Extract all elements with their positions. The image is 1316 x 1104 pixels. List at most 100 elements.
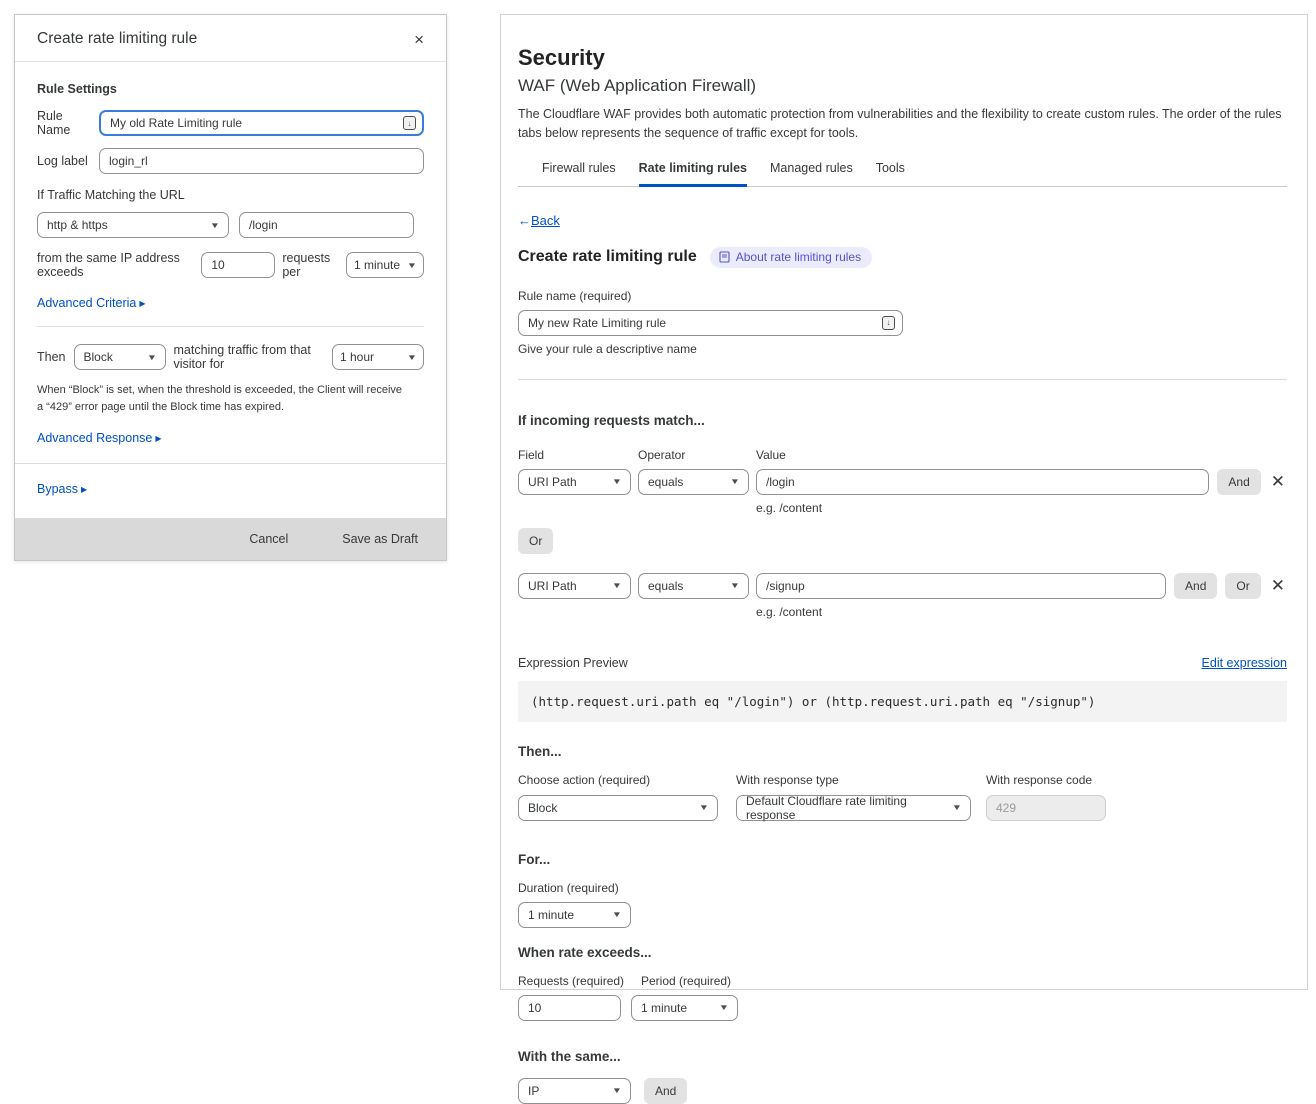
then-label: Then (37, 350, 66, 364)
threshold-prefix: from the same IP address exceeds (37, 251, 194, 279)
waf-tabs: Firewall rules Rate limiting rules Manag… (518, 161, 1287, 187)
page-description: The Cloudflare WAF provides both automat… (518, 105, 1288, 144)
tab-rate-limiting-rules[interactable]: Rate limiting rules (639, 161, 747, 186)
rule-row: URI Path ▼ equals ▼ And ✕ (518, 469, 1287, 495)
advanced-response-link[interactable]: Advanced Response▶ (37, 431, 162, 445)
rule-settings-heading: Rule Settings (37, 82, 424, 96)
modal-footer: Cancel Save as Draft (15, 518, 446, 560)
rule-name-input[interactable] (99, 110, 424, 136)
add-characteristic-and-button[interactable]: And (644, 1078, 687, 1104)
block-note: When “Block” is set, when the threshold … (37, 382, 409, 415)
chevron-down-icon: ▼ (719, 1003, 729, 1012)
then-heading: Then... (518, 744, 1287, 759)
autofill-icon[interactable]: ↓ (403, 116, 416, 130)
duration-label: Duration (required) (518, 881, 1287, 895)
field-select[interactable]: URI Path ▼ (518, 573, 631, 599)
rate-heading: When rate exceeds... (518, 945, 1287, 960)
autofill-icon[interactable]: ↓ (882, 316, 895, 330)
action-select[interactable]: Block ▼ (74, 344, 166, 370)
chevron-down-icon: ▼ (952, 803, 962, 812)
chevron-down-icon: ▼ (730, 581, 740, 590)
bypass-link[interactable]: Bypass▶ (37, 482, 87, 496)
divider (37, 326, 424, 327)
value-column-label: Value (756, 448, 786, 462)
then-mid-label: matching traffic from that visitor for (174, 343, 325, 371)
security-waf-panel: Security WAF (Web Application Firewall) … (500, 14, 1308, 990)
operator-select[interactable]: equals ▼ (638, 469, 749, 495)
scheme-select[interactable]: http & https ▼ (37, 212, 229, 238)
advanced-criteria-link[interactable]: Advanced Criteria▶ (37, 296, 146, 310)
field-select[interactable]: URI Path ▼ (518, 469, 631, 495)
modal-title: Create rate limiting rule (37, 30, 197, 48)
chevron-down-icon: ▼ (146, 353, 156, 362)
divider (518, 379, 1287, 380)
operator-select[interactable]: equals ▼ (638, 573, 749, 599)
form-title: Create rate limiting rule (518, 248, 697, 266)
chevron-down-icon: ▼ (612, 1086, 622, 1095)
block-duration-select[interactable]: 1 hour ▼ (332, 344, 424, 370)
value-hint: e.g. /content (756, 605, 1287, 619)
action-select[interactable]: Block ▼ (518, 795, 718, 821)
chevron-down-icon: ▼ (407, 353, 417, 362)
url-input[interactable] (239, 212, 414, 238)
and-button[interactable]: And (1174, 573, 1217, 599)
value-input[interactable] (756, 573, 1166, 599)
characteristic-select[interactable]: IP ▼ (518, 1078, 631, 1104)
response-type-label: With response type (736, 773, 986, 787)
choose-action-label: Choose action (required) (518, 773, 736, 787)
tab-managed-rules[interactable]: Managed rules (770, 161, 853, 186)
duration-select[interactable]: 1 minute ▼ (518, 902, 631, 928)
cancel-button[interactable]: Cancel (243, 531, 294, 547)
for-heading: For... (518, 852, 1287, 867)
page-title: Security (518, 45, 1287, 71)
or-button[interactable]: Or (1225, 573, 1260, 599)
requests-label: Requests (required) (518, 974, 631, 988)
response-code-input (986, 795, 1106, 821)
doc-icon (719, 251, 730, 263)
requests-input[interactable] (518, 995, 621, 1021)
chevron-down-icon: ▼ (699, 803, 709, 812)
same-heading: With the same... (518, 1049, 1287, 1064)
response-code-label: With response code (986, 773, 1166, 787)
rule-name-input[interactable] (518, 310, 903, 336)
caret-right-icon: ▶ (81, 485, 87, 494)
value-hint: e.g. /content (756, 501, 1287, 515)
response-type-select[interactable]: Default Cloudflare rate limiting respons… (736, 795, 971, 821)
chevron-down-icon: ▼ (407, 261, 417, 270)
back-link[interactable]: ←Back (518, 213, 560, 228)
remove-row-icon[interactable]: ✕ (1269, 577, 1287, 594)
tab-firewall-rules[interactable]: Firewall rules (542, 161, 616, 186)
rule-name-label: Rule Name (37, 109, 99, 137)
close-icon[interactable]: × (412, 31, 426, 48)
threshold-input[interactable] (201, 252, 275, 278)
period-select[interactable]: 1 minute ▼ (346, 252, 424, 278)
log-label-label: Log label (37, 154, 99, 168)
period-select[interactable]: 1 minute ▼ (631, 995, 738, 1021)
chevron-down-icon: ▼ (210, 221, 220, 230)
rule-row: URI Path ▼ equals ▼ And Or ✕ (518, 573, 1287, 599)
chevron-down-icon: ▼ (612, 581, 622, 590)
modal-header: Create rate limiting rule × (15, 15, 446, 62)
rule-name-label: Rule name (required) (518, 289, 1287, 303)
caret-right-icon: ▶ (155, 434, 161, 443)
expression-code: (http.request.uri.path eq "/login") or (… (518, 681, 1287, 722)
rule-name-help: Give your rule a descriptive name (518, 342, 1287, 356)
save-as-draft-button[interactable]: Save as Draft (336, 531, 424, 547)
expression-preview-label: Expression Preview (518, 656, 628, 670)
tab-tools[interactable]: Tools (876, 161, 905, 186)
edit-expression-link[interactable]: Edit expression (1202, 656, 1287, 670)
or-connector-button[interactable]: Or (518, 528, 553, 554)
page-subtitle: WAF (Web Application Firewall) (518, 76, 1287, 96)
match-heading: If incoming requests match... (518, 413, 1287, 428)
and-button[interactable]: And (1217, 469, 1260, 495)
log-label-input[interactable] (99, 148, 424, 174)
value-input[interactable] (756, 469, 1209, 495)
chevron-down-icon: ▼ (730, 477, 740, 486)
remove-row-icon[interactable]: ✕ (1269, 473, 1287, 490)
about-rate-limiting-badge[interactable]: About rate limiting rules (710, 247, 872, 268)
chevron-down-icon: ▼ (612, 477, 622, 486)
caret-right-icon: ▶ (139, 299, 145, 308)
chevron-down-icon: ▼ (612, 910, 622, 919)
create-rate-limit-modal: Create rate limiting rule × Rule Setting… (14, 14, 447, 561)
traffic-match-heading: If Traffic Matching the URL (37, 188, 424, 202)
